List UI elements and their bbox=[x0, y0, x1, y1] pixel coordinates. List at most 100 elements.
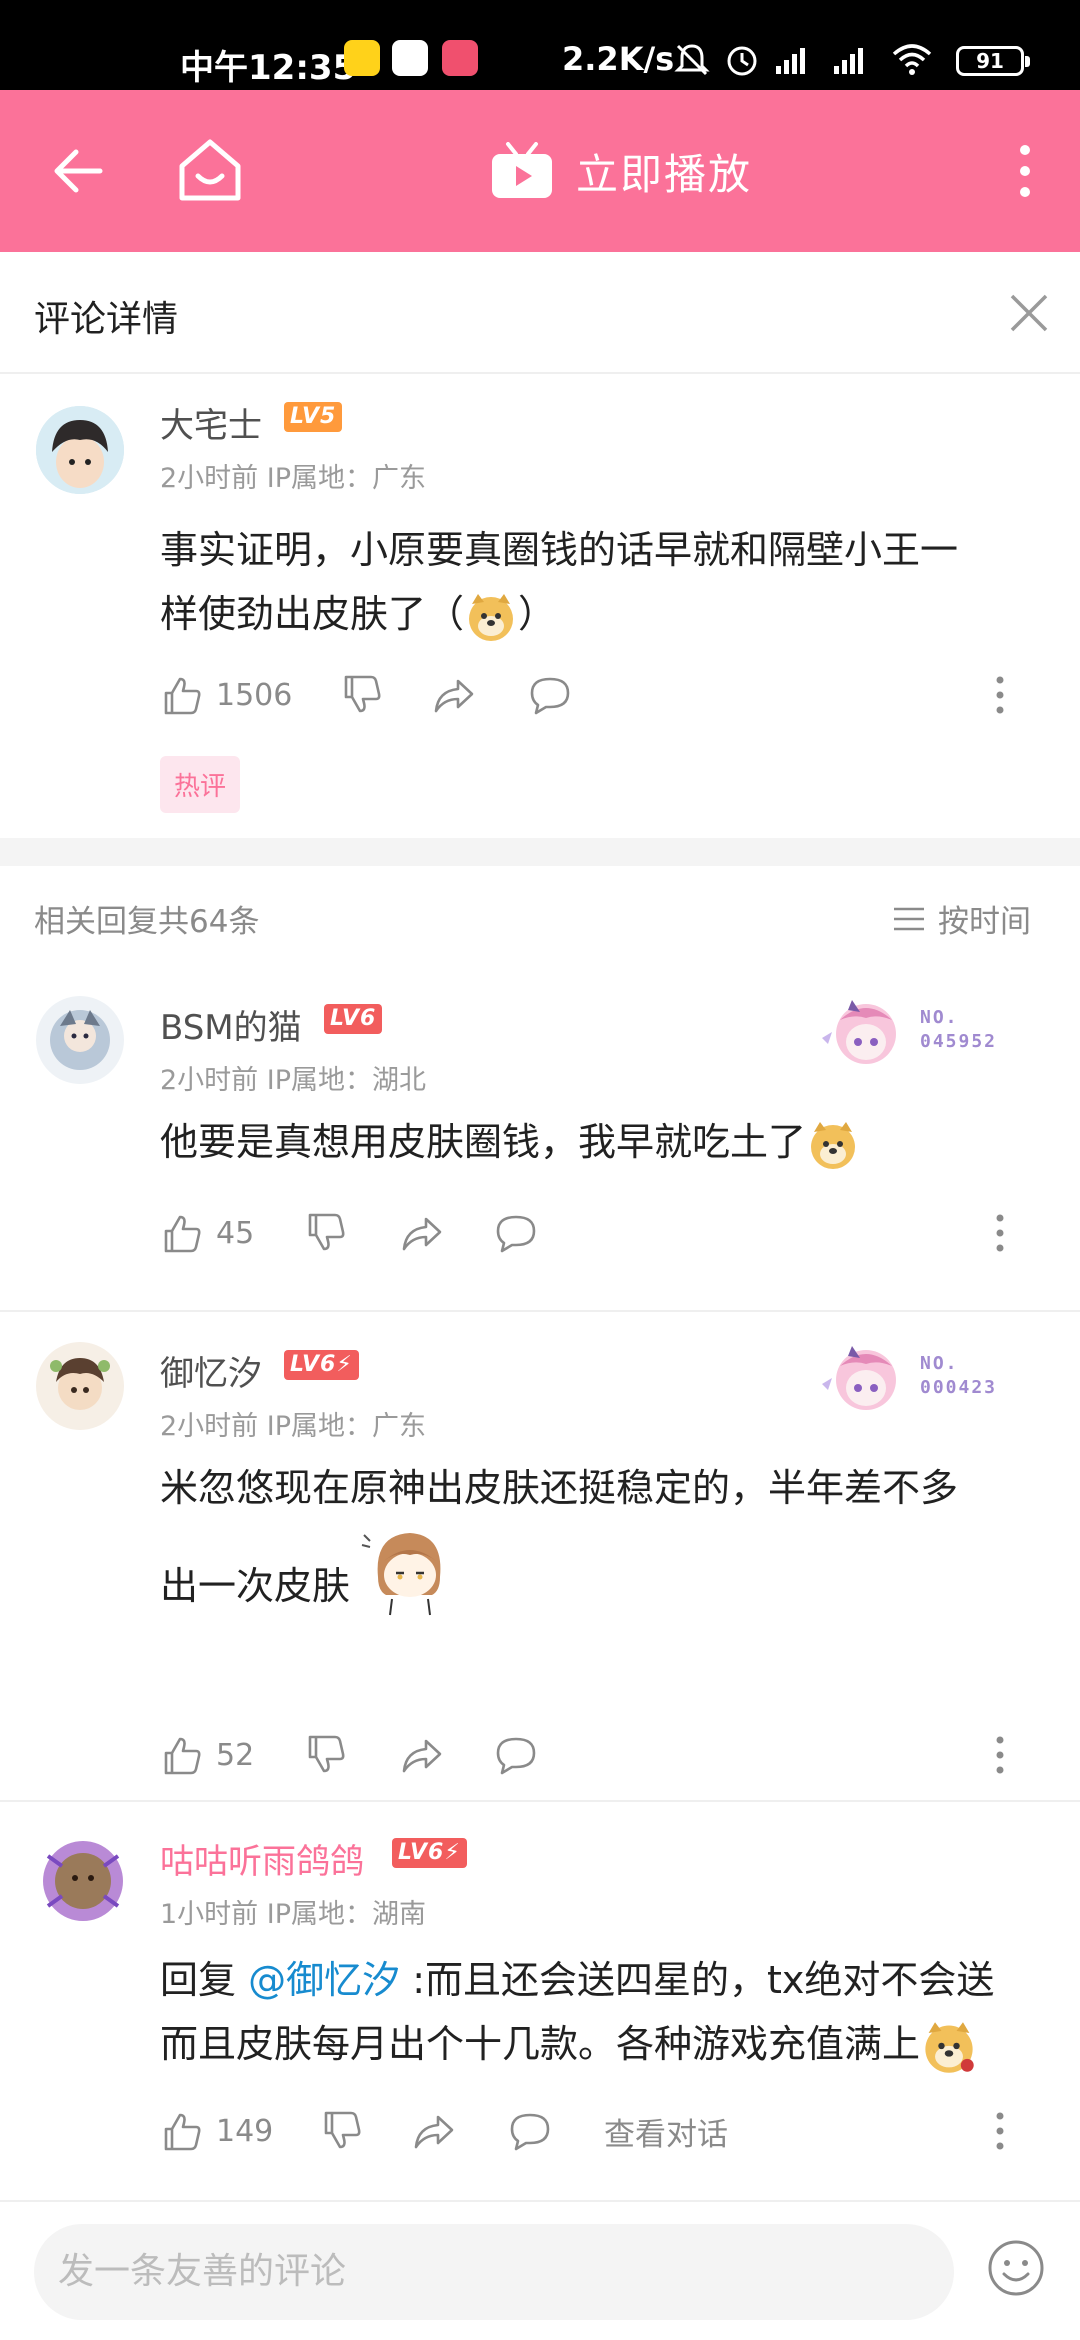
sort-list-icon bbox=[894, 907, 924, 930]
comment-content: 回复 @御忆汐 :而且还会送四星的，tx绝对不会送 而且皮肤每月出个十几款。各种… bbox=[160, 1948, 1040, 2076]
status-bar: 中午12:35 2.2K/s 91 bbox=[0, 0, 1080, 90]
comment-content: 米忽悠现在原神出皮肤还挺稳定的，半年差不多 出一次皮肤 bbox=[160, 1456, 1040, 1618]
section-gap bbox=[0, 838, 1080, 866]
avatar[interactable] bbox=[36, 996, 124, 1084]
sort-toggle[interactable]: 按时间 bbox=[892, 896, 1031, 941]
content-line: 事实证明，小原要真圈钱的话早就和隔壁小王一 bbox=[160, 528, 959, 572]
badge-num: 000423 bbox=[920, 1377, 998, 1398]
username[interactable]: 大宅士 bbox=[160, 398, 262, 447]
level-badge: LV6⚡ bbox=[392, 1838, 467, 1868]
reply-button[interactable] bbox=[494, 1730, 538, 1780]
avatar[interactable] bbox=[28, 1826, 138, 1936]
thumb-down-icon bbox=[324, 2111, 361, 2149]
content-text: 他要是真想用皮肤圈钱，我早就吃土了 bbox=[160, 1120, 807, 1164]
comment-actions: 52 bbox=[160, 1730, 1040, 1780]
anime-girl-sticker-icon bbox=[361, 1532, 441, 1615]
comment-input[interactable]: 发一条友善的评论 bbox=[34, 2224, 954, 2320]
content-text: 而且皮肤每月出个十几款。各种游戏充值满上 bbox=[160, 2022, 921, 2066]
more-vertical-icon[interactable] bbox=[1000, 136, 1050, 206]
hot-comment-tag: 热评 bbox=[160, 756, 241, 813]
more-vertical-icon[interactable] bbox=[980, 2108, 1020, 2154]
share-button[interactable] bbox=[412, 2106, 456, 2156]
tv-play-icon bbox=[492, 142, 552, 198]
comment-meta: 1小时前 IP属地：湖南 bbox=[160, 1899, 427, 1930]
avatar[interactable] bbox=[36, 406, 124, 494]
replies-header: 相关回复共64条 按时间 bbox=[0, 866, 1080, 966]
reply-prefix: 回复 bbox=[160, 1958, 249, 2002]
content-text: ） bbox=[518, 592, 557, 636]
share-button[interactable] bbox=[400, 1208, 444, 1258]
notification-app-icon bbox=[344, 40, 380, 76]
username[interactable]: 咕咕听雨鸽鸽 bbox=[160, 1834, 364, 1883]
close-icon[interactable] bbox=[1004, 288, 1054, 338]
badge-number: NO. 000423 bbox=[920, 1352, 997, 1400]
comment-meta: 2小时前 IP属地：广东 bbox=[160, 463, 427, 494]
like-button[interactable]: 45 bbox=[160, 1208, 254, 1258]
username[interactable]: BSM的猫 bbox=[160, 1000, 302, 1049]
content-line: 回复 @御忆汐 :而且还会送四星的，tx绝对不会送 bbox=[160, 1948, 1040, 2012]
share-button[interactable] bbox=[432, 670, 476, 720]
more-vertical-icon[interactable] bbox=[980, 1210, 1020, 1256]
reply-item: 咕咕听雨鸽鸽 LV6⚡ 1小时前 IP属地：湖南 回复 @御忆汐 :而且还会送四… bbox=[0, 1802, 1080, 2198]
comment-icon bbox=[496, 1215, 536, 1253]
anime-character-badge-icon bbox=[822, 1000, 896, 1064]
dislike-button[interactable] bbox=[340, 670, 384, 720]
comment-actions: 45 bbox=[160, 1208, 1040, 1258]
mention-link[interactable]: @御忆汐 bbox=[248, 1958, 400, 2002]
fan-badge: NO. 000423 bbox=[812, 1338, 1052, 1428]
comment-icon bbox=[510, 2113, 550, 2151]
username[interactable]: 御忆汐 bbox=[160, 1346, 262, 1395]
network-speed: 2.2K/s bbox=[562, 40, 675, 78]
reply-count: 相关回复共64条 bbox=[34, 904, 260, 940]
like-button[interactable]: 149 bbox=[160, 2106, 273, 2156]
thumb-up-icon bbox=[164, 2113, 201, 2151]
like-button[interactable]: 1506 bbox=[160, 670, 292, 720]
comment-actions: 1506 bbox=[160, 670, 1040, 720]
content-line: 米忽悠现在原神出皮肤还挺稳定的，半年差不多 bbox=[160, 1466, 959, 1510]
thumb-down-icon bbox=[344, 675, 381, 713]
like-count: 1506 bbox=[216, 677, 293, 713]
dislike-button[interactable] bbox=[320, 2106, 364, 2156]
doge-emoji-icon bbox=[925, 2021, 974, 2073]
reply-button[interactable] bbox=[508, 2106, 552, 2156]
comment-content: 他要是真想用皮肤圈钱，我早就吃土了 bbox=[160, 1110, 1040, 1174]
thumb-down-icon bbox=[308, 1213, 345, 1251]
dislike-button[interactable] bbox=[304, 1730, 348, 1780]
badge-no-label: NO. bbox=[920, 1007, 959, 1028]
more-vertical-icon[interactable] bbox=[980, 672, 1020, 718]
battery-indicator: 91 bbox=[956, 46, 1030, 76]
home-tv-icon[interactable] bbox=[172, 132, 248, 208]
root-comment: 大宅士 LV5 2小时前 IP属地：广东 事实证明，小原要真圈钱的话早就和隔壁小… bbox=[0, 376, 1080, 838]
content-line: 而且皮肤每月出个十几款。各种游戏充值满上 bbox=[160, 2012, 1040, 2076]
content-line: 出一次皮肤 bbox=[160, 1532, 1040, 1618]
share-button[interactable] bbox=[400, 1730, 444, 1780]
emoji-face-icon[interactable] bbox=[986, 2238, 1046, 2298]
play-now-button[interactable]: 立即播放 bbox=[490, 136, 752, 206]
reply-item: BSM的猫 LV6 2小时前 IP属地：湖北 NO. 045952 他要是真想用皮… bbox=[0, 966, 1080, 1310]
back-arrow-icon[interactable] bbox=[44, 136, 114, 206]
content-text: 出一次皮肤 bbox=[160, 1564, 351, 1608]
notification-app-icon bbox=[442, 40, 478, 76]
view-conversation-label: 查看对话 bbox=[604, 2116, 728, 2153]
reply-button[interactable] bbox=[494, 1208, 538, 1258]
comment-meta: 2小时前 IP属地：湖北 bbox=[160, 1065, 427, 1096]
comment-icon bbox=[530, 677, 570, 715]
share-icon bbox=[402, 1217, 442, 1251]
page-title: 评论详情 bbox=[34, 299, 179, 340]
dislike-button[interactable] bbox=[304, 1208, 348, 1258]
view-conversation-link[interactable]: 查看对话 bbox=[604, 2106, 728, 2156]
avatar[interactable] bbox=[36, 1342, 124, 1430]
content-text: 样使劲出皮肤了（ bbox=[160, 592, 465, 636]
share-icon bbox=[414, 2115, 454, 2149]
alarm-icon bbox=[727, 46, 757, 76]
more-vertical-icon[interactable] bbox=[980, 1732, 1020, 1778]
doge-emoji-icon bbox=[469, 593, 514, 641]
thumb-down-icon bbox=[308, 1735, 345, 1773]
comment-input-bar: 发一条友善的评论 bbox=[0, 2200, 1080, 2340]
like-button[interactable]: 52 bbox=[160, 1730, 254, 1780]
mute-bell-icon bbox=[674, 44, 710, 76]
wifi-icon bbox=[892, 44, 932, 75]
share-icon bbox=[402, 1739, 442, 1773]
reply-button[interactable] bbox=[528, 670, 572, 720]
sort-label: 按时间 bbox=[938, 904, 1031, 940]
